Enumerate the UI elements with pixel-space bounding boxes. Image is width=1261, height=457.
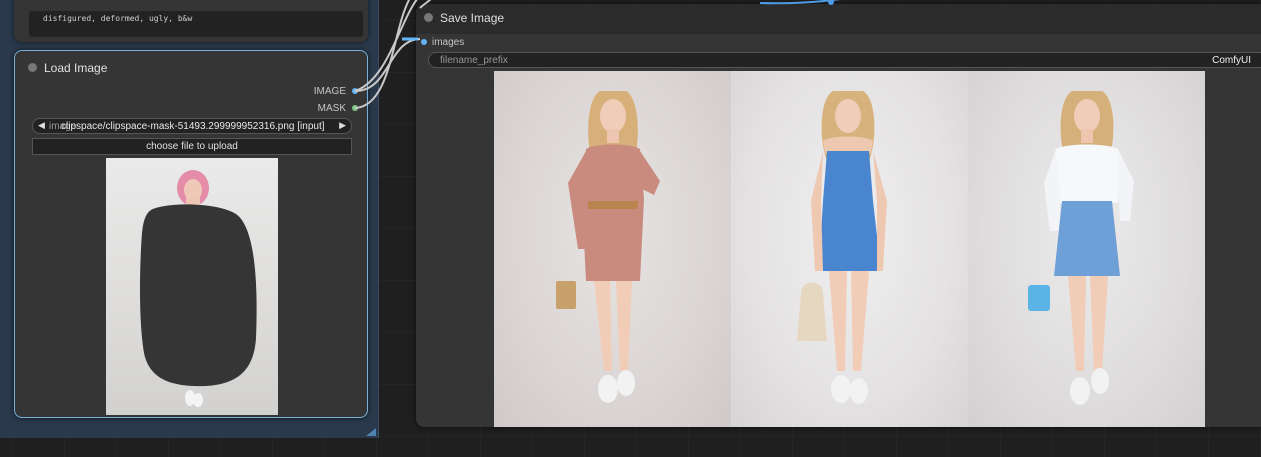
output-image-pink-dress[interactable] — [494, 71, 731, 427]
mask-preview-image — [106, 158, 278, 415]
filename-prefix-label: filename_prefix — [440, 55, 508, 66]
load-image-node[interactable]: Load Image IMAGE MASK ◀ image clipspace/… — [14, 50, 368, 418]
choose-file-button[interactable]: choose file to upload — [32, 138, 352, 155]
input-label-images: images — [432, 37, 465, 48]
next-arrow-icon[interactable]: ▶ — [339, 120, 346, 131]
output-image-denim-skirt[interactable] — [968, 71, 1205, 427]
denim-skirt-figure — [1028, 91, 1134, 405]
filename-prefix-value: ComfyUI — [1212, 55, 1251, 66]
prompt-textarea[interactable]: disfigured, deformed, ugly, b&w — [29, 11, 363, 37]
negative-prompt-node[interactable]: disfigured, deformed, ugly, b&w — [14, 0, 368, 42]
save-image-node[interactable]: Save Image images filename_prefix ComfyU… — [416, 4, 1261, 427]
blue-dress-figure — [797, 91, 887, 404]
output-image-blue-dress[interactable] — [731, 71, 968, 427]
pink-dress-figure — [556, 91, 660, 403]
mask-preview-graphic — [140, 170, 257, 407]
output-image-gallery — [494, 71, 1205, 427]
painted-mask-shape — [140, 204, 257, 387]
node-title: Save Image — [440, 11, 505, 25]
output-label-image: IMAGE — [313, 86, 346, 97]
prev-arrow-icon[interactable]: ◀ — [38, 120, 45, 131]
save-image-title-bar[interactable]: Save Image — [416, 4, 1261, 34]
face-shape — [184, 179, 202, 201]
node-title: Load Image — [44, 61, 108, 75]
image-widget-value: clipspace/clipspace-mask-51493.299999952… — [61, 121, 325, 132]
output-slot-mask-icon[interactable] — [352, 105, 358, 111]
output-label-mask: MASK — [317, 103, 346, 114]
load-image-title-bar[interactable]: Load Image — [15, 51, 367, 81]
input-slot-images-icon[interactable] — [421, 39, 427, 45]
filename-prefix-widget[interactable]: filename_prefix ComfyUI — [428, 52, 1261, 68]
shoe-right-shape — [193, 393, 203, 407]
collapse-dot-icon[interactable] — [424, 13, 433, 22]
collapse-dot-icon[interactable] — [28, 63, 37, 72]
image-select-widget[interactable]: ◀ image clipspace/clipspace-mask-51493.2… — [32, 118, 352, 134]
output-slot-image-icon[interactable] — [352, 88, 358, 94]
